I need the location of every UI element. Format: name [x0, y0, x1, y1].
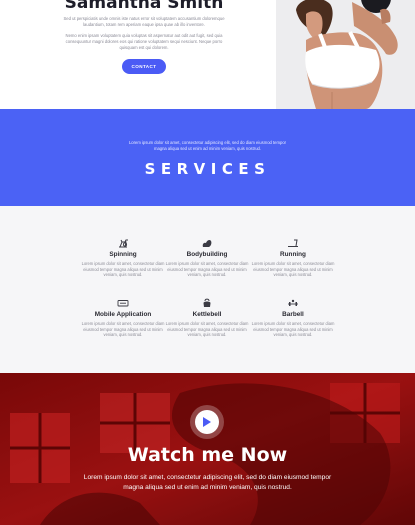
- services-intro-text: Lorem ipsum dolor sit amet, consectetur …: [128, 140, 287, 151]
- video-description: Lorem ipsum dolor sit amet, consectetur …: [83, 474, 332, 491]
- service-title: Mobile Application: [94, 311, 152, 318]
- contact-button[interactable]: CONTACT: [122, 59, 166, 74]
- kettlebell-icon: [203, 298, 211, 307]
- service-title: Barbell: [282, 311, 304, 318]
- service-card-bodybuilding: Bodybuilding Lorem ipsum dolor sit amet,…: [162, 238, 252, 278]
- hero-section: Samantha Smith Sed ut perspiciatis unde …: [0, 0, 415, 109]
- service-description: Lorem ipsum dolor sit amet, consectetur …: [81, 321, 165, 337]
- hero-paragraph: Nemo enim ipsam voluptatem quia voluptas…: [65, 33, 223, 50]
- service-description: Lorem ipsum dolor sit amet, consectetur …: [165, 321, 249, 337]
- mobile-app-icon: [117, 300, 129, 307]
- service-title: Spinning: [109, 251, 137, 258]
- service-title: Kettlebell: [192, 311, 222, 318]
- service-description: Lorem ipsum dolor sit amet, consectetur …: [251, 321, 335, 337]
- service-card-barbell: Barbell Lorem ipsum dolor sit amet, cons…: [248, 298, 338, 338]
- service-card-mobile-application: Mobile Application Lorem ipsum dolor sit…: [78, 298, 168, 338]
- hero-intro: Samantha Smith Sed ut perspiciatis unde …: [60, 0, 228, 74]
- services-grid: Spinning Lorem ipsum dolor sit amet, con…: [0, 206, 415, 373]
- barbell-icon: [288, 299, 298, 306]
- hero-athlete-photo: [276, 0, 415, 109]
- play-icon: [203, 417, 211, 427]
- hero-name: Samantha Smith: [64, 0, 224, 13]
- athlete-illustration: [276, 0, 415, 109]
- service-description: Lorem ipsum dolor sit amet, consectetur …: [81, 261, 165, 277]
- service-card-spinning: Spinning Lorem ipsum dolor sit amet, con…: [78, 238, 168, 278]
- video-section: Watch me Now Lorem ipsum dolor sit amet,…: [0, 373, 415, 525]
- service-description: Lorem ipsum dolor sit amet, consectetur …: [251, 261, 335, 277]
- services-heading: SERVICES: [144, 160, 271, 178]
- video-heading: Watch me Now: [127, 444, 288, 466]
- play-button-ring[interactable]: [190, 405, 224, 439]
- service-description: Lorem ipsum dolor sit amet, consectetur …: [165, 261, 249, 277]
- service-title: Running: [280, 251, 306, 258]
- hero-paragraph: Sed ut perspiciatis unde omnis iste natu…: [63, 16, 225, 27]
- service-card-running: Running Lorem ipsum dolor sit amet, cons…: [248, 238, 338, 278]
- spinning-bike-icon: [119, 239, 128, 248]
- services-banner: Lorem ipsum dolor sit amet, consectetur …: [0, 109, 415, 206]
- service-card-kettlebell: Kettlebell Lorem ipsum dolor sit amet, c…: [162, 298, 252, 338]
- flexed-arm-icon: [202, 239, 212, 247]
- play-button[interactable]: [195, 410, 219, 434]
- treadmill-icon: [288, 239, 298, 247]
- service-title: Bodybuilding: [186, 251, 228, 258]
